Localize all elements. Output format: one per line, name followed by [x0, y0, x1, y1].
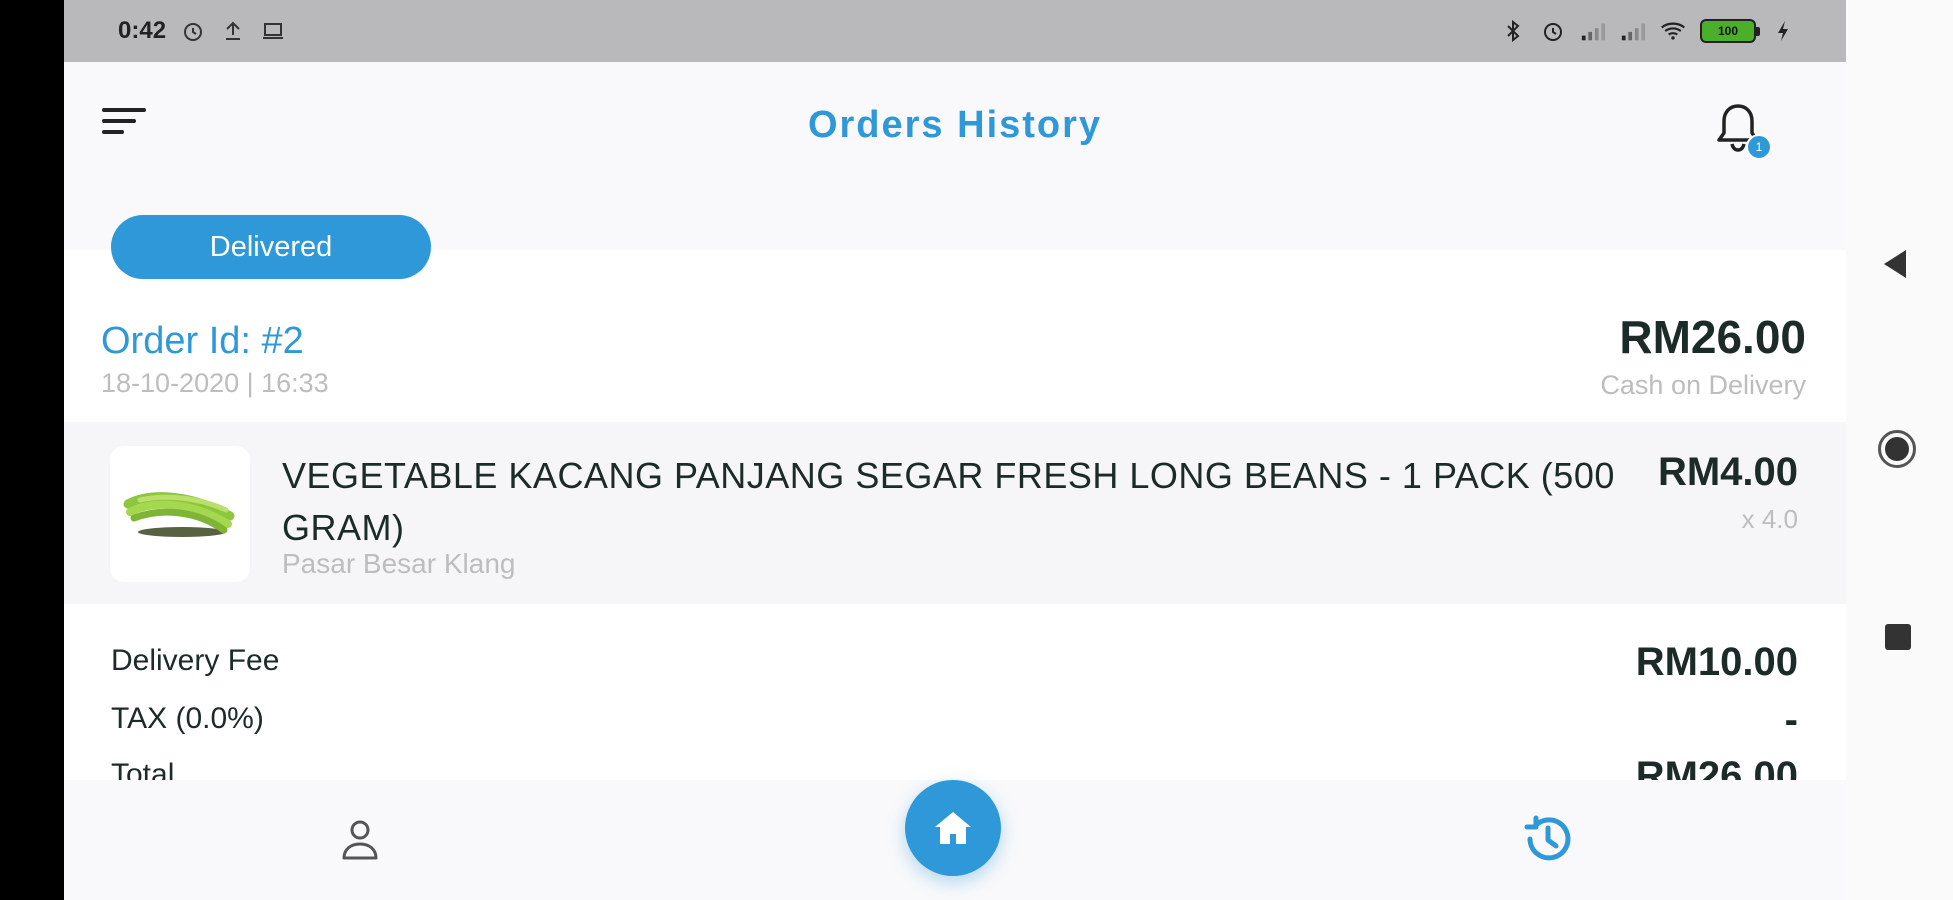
status-bar: 0:42 100	[64, 0, 1846, 62]
order-total: RM26.00	[1619, 311, 1806, 363]
total-row: Total RM26.00	[111, 754, 1798, 780]
order-datetime: 18-10-2020 | 16:33	[101, 368, 329, 398]
status-badge: Delivered	[111, 215, 431, 279]
delivery-fee-value: RM10.00	[1635, 640, 1798, 684]
alarm-icon	[1540, 18, 1566, 44]
system-nav-bar	[1846, 0, 1953, 900]
delivery-fee-label: Delivery Fee	[111, 644, 280, 677]
total-value: RM26.00	[1635, 754, 1798, 780]
item-quantity: x 4.0	[1741, 504, 1798, 534]
upload-icon	[220, 18, 246, 44]
bottom-nav	[64, 780, 1846, 900]
signal-icon	[1620, 18, 1646, 44]
back-icon[interactable]	[1884, 250, 1906, 278]
wifi-icon	[1660, 18, 1686, 44]
status-right: 100	[1500, 18, 1796, 44]
left-black-bar	[0, 0, 64, 900]
battery-indicator: 100	[1700, 19, 1760, 43]
item-name: VEGETABLE KACANG PANJANG SEGAR FRESH LON…	[282, 455, 1615, 548]
signal-icon	[1580, 18, 1606, 44]
status-time: 0:42	[118, 17, 167, 44]
recents-icon[interactable]	[1885, 624, 1911, 650]
payment-method: Cash on Delivery	[1600, 370, 1806, 400]
home-circle-icon[interactable]	[1878, 430, 1916, 468]
total-label: Total	[111, 758, 175, 780]
nav-history-button[interactable]	[1518, 810, 1576, 868]
bluetooth-icon	[1500, 18, 1526, 44]
app-header: Orders History 1	[64, 62, 1846, 198]
notifications-button[interactable]: 1	[1716, 102, 1772, 164]
notification-badge: 1	[1746, 134, 1772, 160]
charging-icon	[1770, 18, 1796, 44]
nav-profile-button[interactable]	[340, 818, 380, 862]
item-store: Pasar Besar Klang	[282, 548, 516, 579]
history-icon	[1524, 815, 1571, 861]
home-icon	[935, 812, 971, 844]
order-summary: Delivery Fee RM10.00 TAX (0.0%) - Total …	[64, 604, 1846, 780]
alarm-icon	[180, 18, 206, 44]
page-title: Orders History	[807, 104, 1103, 146]
order-item[interactable]: VEGETABLE KACANG PANJANG SEGAR FRESH LON…	[64, 422, 1846, 604]
status-left: 0:42	[118, 17, 286, 45]
tax-row: TAX (0.0%) -	[111, 698, 1798, 748]
product-image	[110, 446, 250, 582]
item-price: RM4.00	[1657, 450, 1798, 494]
nav-home-button[interactable]	[905, 780, 1001, 876]
tax-value: -	[1784, 698, 1798, 742]
delivery-fee-row: Delivery Fee RM10.00	[111, 640, 1798, 690]
app-screen: 0:42 100 Orders History 1 Order Id: #2 1…	[64, 0, 1846, 900]
order-id: Order Id: #2	[101, 320, 304, 362]
person-icon	[342, 820, 378, 860]
tax-label: TAX (0.0%)	[111, 702, 264, 735]
laptop-icon	[260, 18, 286, 44]
